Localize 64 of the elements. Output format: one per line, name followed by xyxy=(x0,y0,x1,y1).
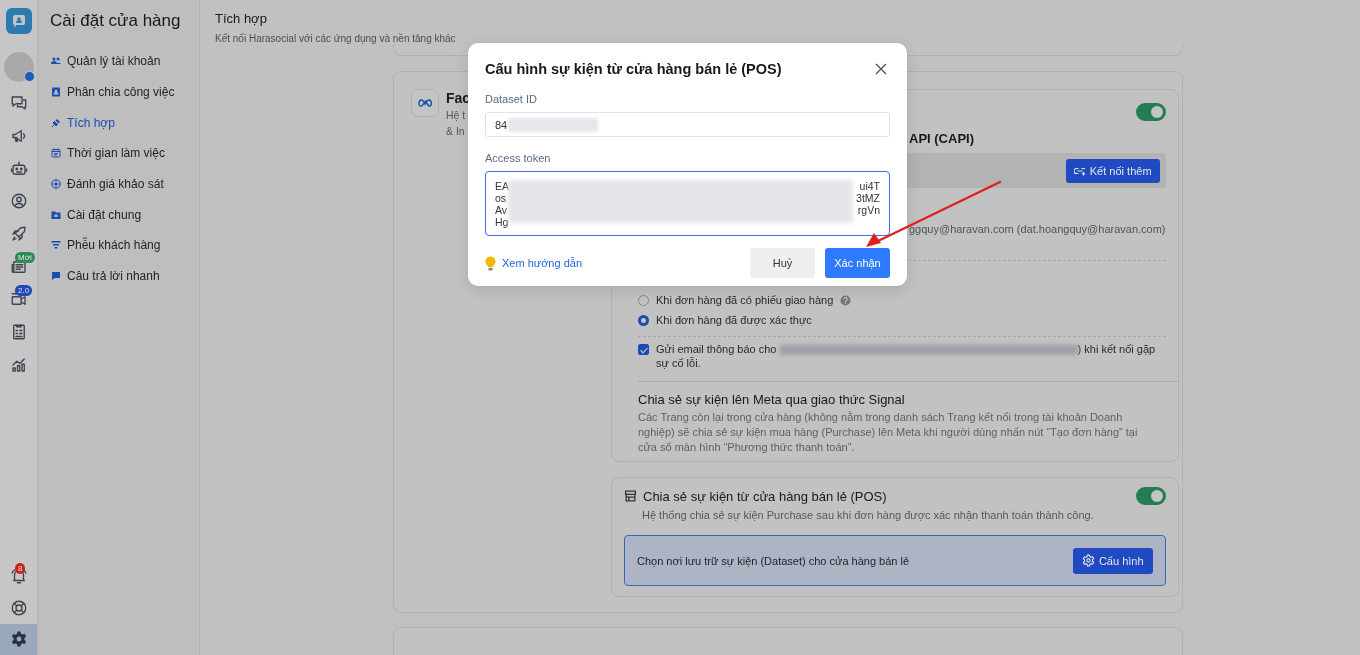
funnel-icon xyxy=(50,239,62,252)
integration-description: Hệ t xyxy=(446,108,467,123)
notification-badge: 8 xyxy=(15,562,26,574)
close-icon[interactable] xyxy=(875,63,887,75)
field-label: Dataset ID xyxy=(485,92,537,106)
app-logo[interactable] xyxy=(5,8,32,34)
radio-button[interactable] xyxy=(638,314,649,326)
gear-icon xyxy=(1081,554,1095,567)
label-badge: Mới xyxy=(15,252,35,264)
plug-icon xyxy=(50,116,62,129)
nav-item[interactable]: Cài đặt chung xyxy=(50,199,142,231)
link-icon xyxy=(1073,165,1086,176)
integration-title: Fac xyxy=(446,89,471,107)
signal-description: Các Trang còn lại trong cửa hàng (không nằm trong danh sách Trang kết nối trong tài khoản Doanh nghiệp) sẽ chia sẻ sự kiện mua hàng (Purchase) lên Meta khi người dùng nhấn nút “Tạo đơn hàng” tại cửa sổ màn hình “Phương thức thanh toán”. xyxy=(638,410,1139,455)
message-icon xyxy=(50,270,62,283)
calendar-icon xyxy=(50,147,62,160)
chart-icon[interactable] xyxy=(9,355,28,374)
capi-title: API (CAPI) xyxy=(909,131,974,147)
section-subtitle: Kết nối Harasocial với các ứng dụng và nền tảng khác xyxy=(215,33,456,45)
nav-item[interactable]: Câu trả lời nhanh xyxy=(50,260,160,292)
id-card-icon xyxy=(50,86,62,99)
page-title: Cài đặt cửa hàng xyxy=(50,11,181,31)
checkbox[interactable] xyxy=(638,344,649,355)
option-label: Khi đơn hàng đã có phiếu giao hàng xyxy=(656,294,834,306)
integration-description: & In xyxy=(446,124,466,139)
nav-item[interactable]: Đánh giá khảo sát xyxy=(50,168,164,200)
infinity-icon xyxy=(411,89,439,117)
target-icon xyxy=(50,178,62,191)
user-icon[interactable] xyxy=(9,192,28,211)
help-icon[interactable] xyxy=(840,294,852,306)
settings-icon[interactable] xyxy=(9,630,28,649)
pos-title: Chia sẻ sự kiện từ cửa hàng bán lẻ (POS) xyxy=(643,488,888,504)
nav-item[interactable]: Phân chia công việc xyxy=(50,76,175,108)
label-badge: 2.0 xyxy=(15,285,33,297)
configure-button[interactable]: Cấu hình xyxy=(1072,547,1153,574)
signal-title: Chia sẻ sự kiện lên Meta qua giao thức Signal xyxy=(638,392,905,407)
robot-icon[interactable] xyxy=(9,159,28,178)
nav-item[interactable]: Quản lý tài khoản xyxy=(50,46,161,77)
email-notice-text: Gửi email thông báo cho ) khi kết nối gặp sự cố lỗi. xyxy=(656,343,1157,370)
toggle-switch[interactable] xyxy=(1135,487,1166,505)
avatar[interactable] xyxy=(3,52,34,82)
nav-item[interactable]: Phễu khách hàng xyxy=(50,230,161,261)
pos-description: Hệ thống chia sẻ sự kiện Purchase sau khi đơn hàng được xác nhận thanh toán thành công. xyxy=(642,508,1094,522)
guide-link[interactable]: Xem hướng dẫn xyxy=(502,257,582,269)
bell-icon[interactable] xyxy=(9,567,28,586)
lightbulb-icon xyxy=(485,255,496,271)
dialog-title: Cấu hình sự kiện từ cửa hàng bán lẻ (POS) xyxy=(485,61,782,77)
dataset-prompt: Chọn nơi lưu trữ sự kiện (Dataset) cho cửa hàng bán lẻ xyxy=(637,554,910,567)
option-label: Khi đơn hàng đã được xác thực xyxy=(656,314,812,326)
chat-icon[interactable] xyxy=(9,94,28,113)
confirm-button[interactable]: Xác nhận xyxy=(825,248,890,278)
connect-more-button[interactable]: Kết nối thêm xyxy=(1065,158,1160,183)
nav-item[interactable]: Tích hợp xyxy=(50,107,115,139)
nav-item[interactable]: Thời gian làm việc xyxy=(50,138,165,169)
access-token-field[interactable]: EA ui4T os 3tMZ Av rgVn Hg xyxy=(485,171,890,236)
dataset-id-field[interactable]: 84 xyxy=(485,112,890,137)
account-email: ggquy@haravan.com (dat.hoangquy@haravan.com) xyxy=(909,222,1166,237)
field-label: Access token xyxy=(485,151,551,165)
radio-button[interactable] xyxy=(638,294,649,306)
cancel-button[interactable]: Huỷ xyxy=(750,248,815,278)
globe-icon[interactable] xyxy=(9,598,28,617)
toggle-switch[interactable] xyxy=(1135,103,1166,121)
section-title: Tích hợp xyxy=(215,11,267,27)
store-icon xyxy=(624,490,637,502)
